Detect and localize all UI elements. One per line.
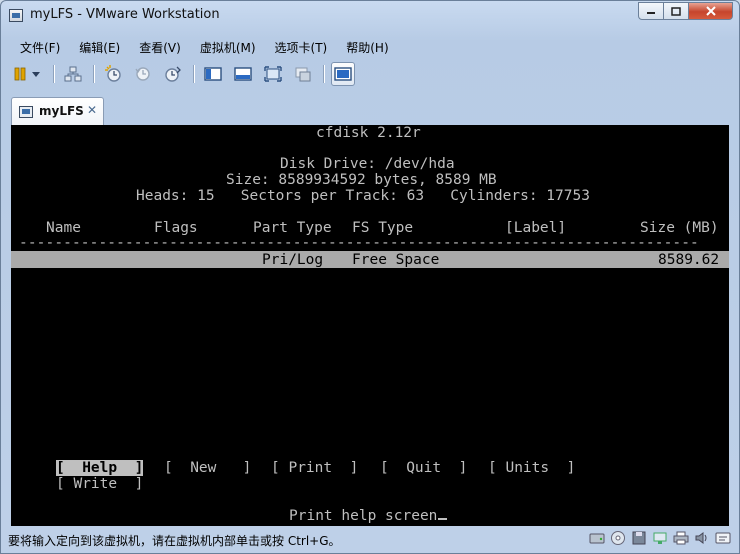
- status-text: 要将输入定向到该虚拟机，请在虚拟机内部单击或按 Ctrl+G。: [8, 534, 341, 548]
- disk-drive-line: Disk Drive: /dev/hda: [280, 156, 455, 172]
- menu-bar: 文件(F) 编辑(E) 查看(V) 虚拟机(M) 选项卡(T) 帮助(H): [1, 37, 739, 57]
- toolbar: [11, 61, 731, 87]
- console-view-button[interactable]: [331, 62, 355, 86]
- vmware-app-icon: [9, 9, 23, 22]
- thumbnail-view-icon: [234, 67, 252, 81]
- tab-label: myLFS: [39, 104, 84, 118]
- vm-console[interactable]: cfdisk 2.12r Disk Drive: /dev/hda Size: …: [11, 125, 729, 526]
- unity-button[interactable]: [291, 62, 315, 86]
- toolbar-separator: [193, 65, 194, 83]
- window-controls: [638, 2, 733, 21]
- title-bar[interactable]: myLFS - VMware Workstation: [1, 1, 739, 31]
- close-button[interactable]: [689, 2, 733, 20]
- cd-dvd-icon[interactable]: [610, 530, 626, 546]
- col-size: Size (MB): [640, 220, 719, 236]
- send-ctrl-alt-del-button[interactable]: [61, 62, 85, 86]
- col-part-type: Part Type: [253, 220, 332, 236]
- floppy-icon[interactable]: [631, 530, 647, 546]
- toolbar-separator: [53, 65, 54, 83]
- hard-disk-icon[interactable]: [589, 530, 605, 546]
- menu-view[interactable]: 查看(V): [139, 37, 181, 57]
- help-prompt-text: Print help screen: [289, 508, 438, 524]
- revert-icon: [135, 67, 150, 81]
- row-part-type: Pri/Log: [262, 252, 324, 268]
- unity-icon: [295, 67, 311, 82]
- tab-bar: myLFS ✕: [1, 95, 739, 125]
- network-adapter-icon[interactable]: [652, 530, 668, 546]
- minimize-button[interactable]: [638, 2, 664, 20]
- menu-tabs[interactable]: 选项卡(T): [275, 37, 328, 57]
- close-icon: [705, 6, 716, 16]
- maximize-icon: [671, 6, 681, 16]
- tab-close-icon[interactable]: ✕: [87, 103, 97, 117]
- cmd-new[interactable]: [ New ]: [164, 460, 251, 476]
- printer-icon[interactable]: [673, 530, 689, 546]
- header-separator: ----------------------------------------…: [19, 235, 699, 251]
- snapshot-manager-icon: [165, 66, 181, 82]
- vmware-window: myLFS - VMware Workstation 文件(F) 编辑(E) 查…: [0, 0, 740, 554]
- tab-mylfs[interactable]: myLFS ✕: [11, 97, 104, 125]
- network-icon: [64, 66, 82, 82]
- status-bar: 要将输入定向到该虚拟机，请在虚拟机内部单击或按 Ctrl+G。: [1, 527, 739, 551]
- window-title: myLFS - VMware Workstation: [30, 7, 220, 22]
- cmd-quit[interactable]: [ Quit ]: [380, 460, 467, 476]
- maximize-button[interactable]: [664, 2, 689, 20]
- pause-button[interactable]: [11, 62, 45, 86]
- row-size: 8589.62: [658, 252, 720, 268]
- menu-edit[interactable]: 编辑(E): [79, 37, 120, 57]
- row-fs-type: Free Space: [352, 252, 440, 268]
- disk-geometry-line: Heads: 15 Sectors per Track: 63 Cylinder…: [136, 188, 590, 204]
- col-name: Name: [46, 220, 81, 236]
- col-fs-type: FS Type: [352, 220, 414, 236]
- cfdisk-header: cfdisk 2.12r: [316, 125, 421, 141]
- cmd-units[interactable]: [ Units ]: [488, 460, 575, 476]
- cmd-write[interactable]: [ Write ]: [56, 476, 143, 492]
- sidebar-view-icon: [204, 67, 222, 81]
- cmd-print[interactable]: [ Print ]: [271, 460, 358, 476]
- full-screen-button[interactable]: [261, 62, 285, 86]
- col-flags: Flags: [154, 220, 198, 236]
- minimize-icon: [647, 12, 655, 14]
- menu-vm[interactable]: 虚拟机(M): [200, 37, 256, 57]
- snapshot-icon: [105, 65, 121, 82]
- console-view-icon: [334, 67, 352, 81]
- partition-row[interactable]: Pri/Log Free Space 8589.62: [11, 251, 729, 268]
- message-icon[interactable]: [715, 530, 731, 546]
- menu-help[interactable]: 帮助(H): [346, 37, 388, 57]
- thumbnail-bar-button[interactable]: [231, 62, 255, 86]
- device-tray: [584, 530, 731, 546]
- sound-icon[interactable]: [694, 530, 710, 546]
- revert-snapshot-button[interactable]: [131, 62, 155, 86]
- snapshot-manager-button[interactable]: [161, 62, 185, 86]
- show-library-button[interactable]: [201, 62, 225, 86]
- fullscreen-icon: [264, 66, 282, 82]
- cmd-help[interactable]: [ Help ]: [56, 460, 144, 476]
- pause-icon: [14, 67, 40, 81]
- toolbar-separator: [93, 65, 94, 83]
- help-prompt: Print help screen: [289, 508, 448, 524]
- text-cursor: [438, 518, 448, 520]
- vm-icon: [19, 106, 33, 118]
- col-label: [Label]: [505, 220, 567, 236]
- toolbar-separator: [323, 65, 324, 83]
- disk-size-line: Size: 8589934592 bytes, 8589 MB: [226, 172, 497, 188]
- menu-file[interactable]: 文件(F): [20, 37, 60, 57]
- snapshot-button[interactable]: [101, 62, 125, 86]
